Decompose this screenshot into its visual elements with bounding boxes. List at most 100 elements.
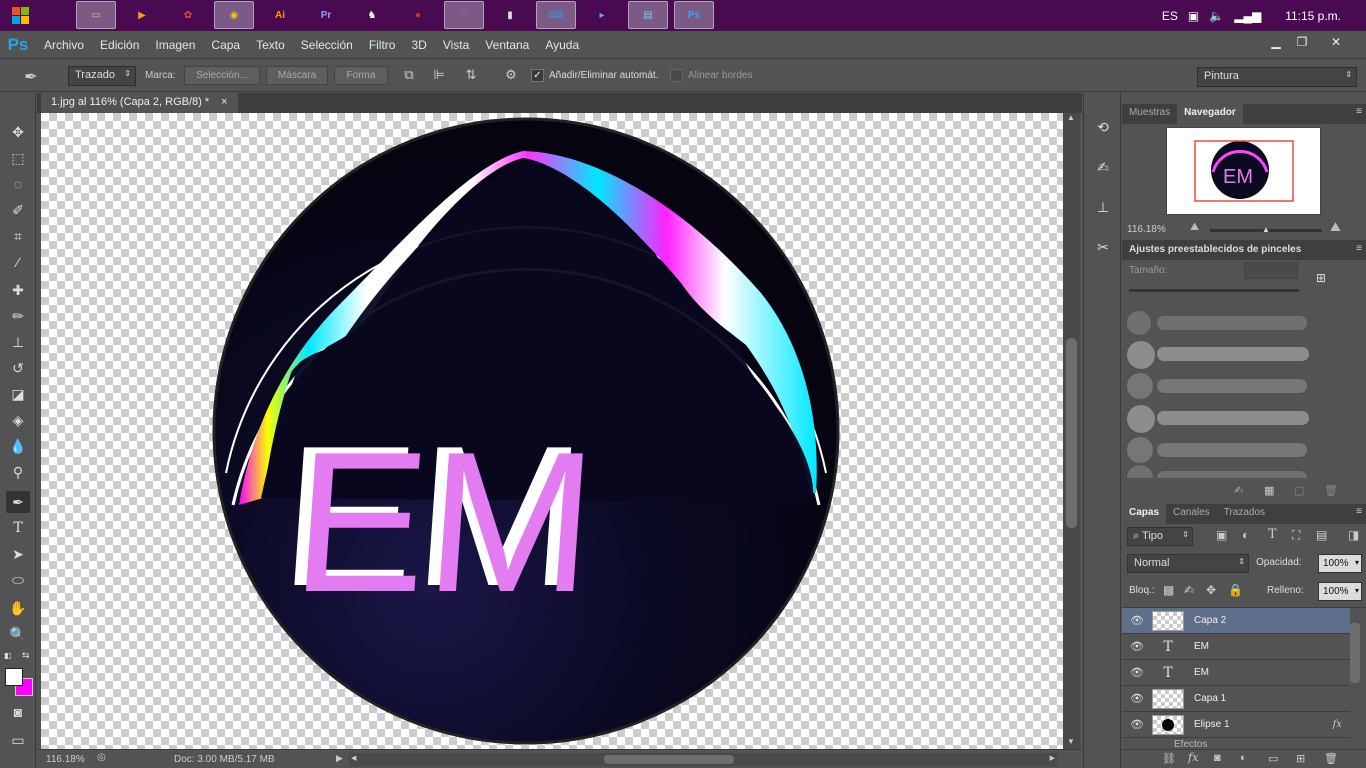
path-selection-tool-icon[interactable]: ➤ — [6, 543, 30, 565]
zoom-slider-handle[interactable]: ▲ — [1262, 225, 1270, 234]
add-mask-icon[interactable]: ◙ — [1214, 752, 1221, 764]
paint-bucket-tool-icon[interactable]: ◈ — [6, 409, 30, 431]
volume-icon[interactable]: 🔈 — [1209, 9, 1224, 23]
filter-smart-object-icon[interactable]: ▤ — [1316, 528, 1327, 542]
signal-icon[interactable]: ▂▄▆ — [1234, 9, 1261, 23]
layer-style-fx-icon[interactable]: fx — [1188, 751, 1198, 764]
brush-size-slider[interactable] — [1129, 289, 1299, 292]
new-group-icon[interactable]: ▭ — [1268, 752, 1278, 765]
menu-filtro[interactable]: Filtro — [361, 38, 404, 52]
doc-info-icon[interactable]: ◎ — [97, 752, 106, 763]
tab-navegador[interactable]: Navegador — [1177, 104, 1243, 124]
blur-tool-icon[interactable]: 💧 — [6, 435, 30, 457]
brush-presets-list[interactable] — [1122, 303, 1354, 478]
menu-selección[interactable]: Selección — [293, 38, 361, 52]
start-button[interactable] — [4, 3, 38, 29]
crop-tool-icon[interactable]: ⌗ — [6, 225, 30, 247]
path-operations-icon[interactable]: ⧉ — [400, 67, 418, 85]
panel-menu-icon[interactable]: ≡ — [1356, 506, 1362, 517]
menu-capa[interactable]: Capa — [203, 38, 248, 52]
tab-trazados[interactable]: Trazados — [1217, 504, 1272, 524]
adjustment-layer-icon[interactable]: ◐ — [1240, 752, 1247, 764]
lock-all-icon[interactable]: 🔒 — [1228, 583, 1243, 597]
vertical-scrollbar[interactable]: ▲ ▼ — [1063, 113, 1080, 749]
default-colors-icon[interactable]: ◧ — [4, 651, 14, 660]
brush-size-field[interactable] — [1244, 262, 1298, 279]
brush-tip[interactable] — [1127, 405, 1155, 433]
menu-archivo[interactable]: Archivo — [36, 38, 92, 52]
filter-toggle-icon[interactable]: ◨ — [1348, 528, 1359, 542]
brush-tip[interactable] — [1127, 373, 1153, 399]
taskbar-app[interactable]: ✎ — [444, 1, 484, 29]
move-tool-icon[interactable]: ✥ — [6, 121, 30, 143]
panel-menu-icon[interactable]: ≡ — [1356, 243, 1362, 254]
toggle-brush-panel-icon[interactable]: ✍ — [1234, 484, 1243, 497]
clone-source-panel-icon[interactable]: ⊥ — [1093, 199, 1113, 219]
filter-adjustment-icon[interactable]: ◐ — [1242, 528, 1249, 542]
screen-mode-icon[interactable]: ▭ — [6, 729, 30, 751]
scroll-down-icon[interactable]: ▼ — [1067, 737, 1075, 746]
menu-edición[interactable]: Edición — [92, 38, 147, 52]
eraser-tool-icon[interactable]: ◪ — [6, 383, 30, 405]
zoom-level[interactable]: 116.18% — [46, 754, 85, 765]
menu-ventana[interactable]: Ventana — [477, 38, 537, 52]
swap-colors-icon[interactable]: ⇆ — [22, 650, 34, 660]
scroll-right-icon[interactable]: ▶ — [1050, 754, 1055, 762]
settings-gear-icon[interactable]: ⚙ — [502, 67, 520, 85]
taskbar-app[interactable]: Ps — [674, 1, 714, 29]
new-layer-icon[interactable]: ⊞ — [1296, 752, 1305, 765]
layer-effects-fx-icon[interactable]: fx — [1333, 719, 1342, 730]
document-canvas[interactable]: EM EM — [41, 113, 1063, 749]
pen-tool-preset-icon[interactable]: ✒ — [22, 67, 40, 86]
taskbar-app[interactable]: ▤ — [628, 1, 668, 29]
history-brush-tool-icon[interactable]: ↺ — [6, 357, 30, 379]
quick-selection-tool-icon[interactable]: ✐ — [6, 199, 30, 221]
brush-tip[interactable] — [1127, 437, 1153, 463]
zoom-out-mountain-icon[interactable]: ⛰ — [1190, 221, 1199, 234]
workspace-select[interactable]: Pintura ⇕ — [1197, 67, 1357, 87]
mask-button[interactable]: Máscara — [266, 66, 328, 85]
visibility-eye-icon[interactable]: 👁 — [1122, 718, 1152, 731]
visibility-eye-icon[interactable]: 👁 — [1122, 640, 1152, 653]
lock-position-icon[interactable]: ✥ — [1206, 583, 1216, 597]
taskbar-app[interactable]: ♞ — [352, 1, 392, 29]
pen-tool-icon[interactable]: ✒ — [6, 491, 30, 513]
lock-transparent-icon[interactable]: ▩ — [1163, 583, 1174, 597]
language-indicator[interactable]: ES — [1162, 9, 1178, 23]
navigator-zoom-slider[interactable]: ▲ — [1210, 225, 1322, 234]
close-tab-icon[interactable]: × — [221, 96, 227, 110]
filter-pixel-icon[interactable]: ▣ — [1216, 528, 1227, 542]
menu-imagen[interactable]: Imagen — [147, 38, 203, 52]
brush-tool-icon[interactable]: ✏ — [6, 305, 30, 327]
taskbar-app[interactable]: ▭ — [76, 1, 116, 29]
filter-shape-icon[interactable]: ⛶ — [1292, 528, 1300, 543]
taskbar-app[interactable]: ● — [398, 1, 438, 29]
menu-3d[interactable]: 3D — [403, 38, 434, 52]
brush-tip[interactable] — [1127, 465, 1153, 478]
document-tab[interactable]: 1.jpg al 116% (Capa 2, RGB/8) * × — [41, 93, 238, 113]
layer-filter-select[interactable]: ⌕ Tipo ⇕ — [1127, 527, 1193, 546]
link-layers-icon[interactable]: ⛓ — [1162, 752, 1176, 765]
ellipse-tool-icon[interactable]: ⬭ — [6, 569, 30, 591]
filter-type-icon[interactable]: T — [1268, 527, 1277, 542]
zoom-in-mountain-icon[interactable]: ⛰ — [1330, 219, 1341, 235]
brush-new-preset-icon[interactable]: ⊞ — [1316, 271, 1326, 285]
layer-row[interactable]: 👁 T EM — [1122, 660, 1350, 686]
usb-tray-icon[interactable]: ▣ — [1188, 9, 1199, 23]
delete-brush-icon[interactable]: 🗑 — [1324, 484, 1338, 497]
taskbar-app[interactable]: ▶ — [122, 1, 162, 29]
tab-capas[interactable]: Capas — [1122, 504, 1167, 524]
foreground-color-swatch[interactable] — [5, 668, 23, 686]
quick-mask-icon[interactable]: ◙ — [6, 701, 30, 723]
auto-add-delete-checkbox[interactable]: ✓ — [531, 69, 544, 82]
tool-presets-panel-icon[interactable]: ✂ — [1093, 239, 1113, 259]
menu-vista[interactable]: Vista — [435, 38, 477, 52]
visibility-eye-icon[interactable]: 👁 — [1122, 692, 1152, 705]
history-panel-icon[interactable]: ⟲ — [1093, 119, 1113, 139]
effects-row[interactable]: Efectos — [1122, 738, 1350, 747]
navigator-preview[interactable]: EM — [1166, 127, 1321, 215]
new-brush-icon[interactable]: ▢ — [1294, 484, 1304, 497]
tab-muestras[interactable]: Muestras — [1122, 104, 1177, 124]
path-arrangement-icon[interactable]: ⇅ — [462, 67, 480, 85]
layer-row[interactable]: 👁 Capa 1 — [1122, 686, 1350, 712]
